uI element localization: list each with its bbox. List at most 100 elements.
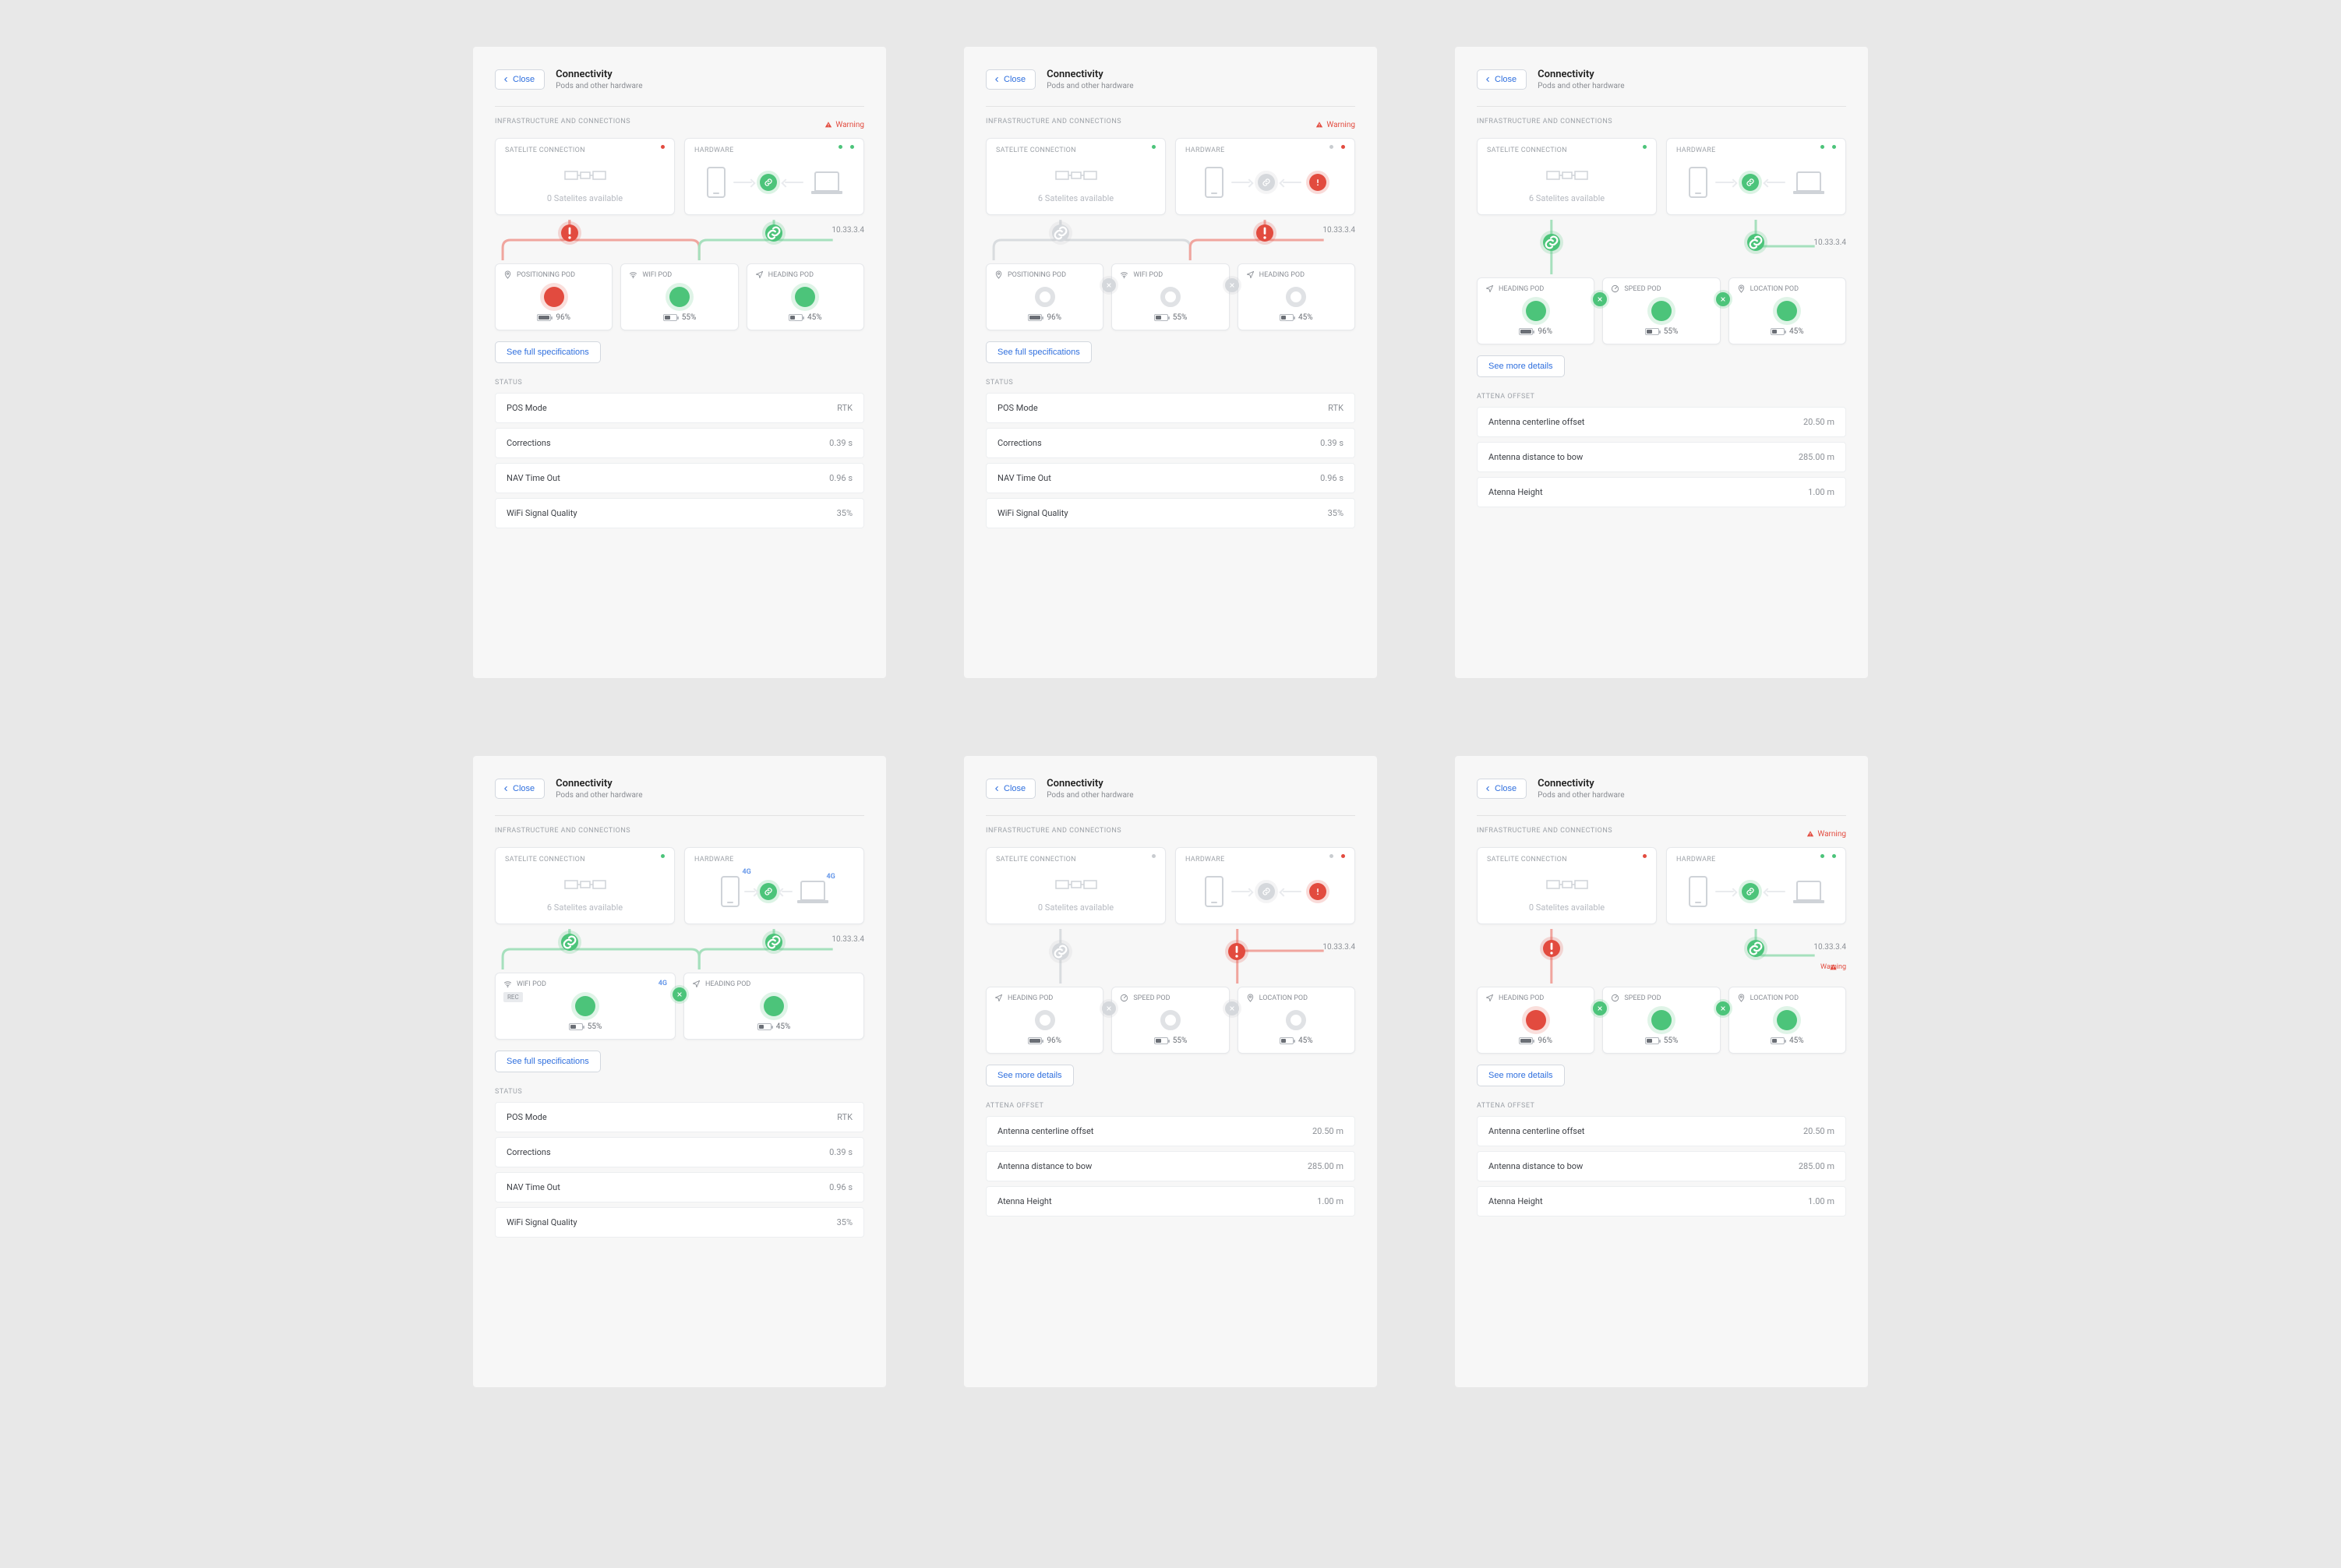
phone-icon bbox=[707, 167, 726, 198]
antenna-row: Antenna centerline offset20.50 m bbox=[1477, 1116, 1846, 1146]
close-button[interactable]: Close bbox=[986, 69, 1036, 90]
pod-status-empty bbox=[1160, 1010, 1181, 1030]
bridge-node-ok bbox=[765, 224, 782, 242]
hardware-card: HARDWARE bbox=[1175, 138, 1355, 215]
status-dot-green bbox=[1152, 145, 1156, 149]
antenna-row: Antenna distance to bow285.00 m bbox=[1477, 1151, 1846, 1181]
see-details-button[interactable]: See more details bbox=[1477, 355, 1565, 377]
see-specs-button[interactable]: See full specifications bbox=[495, 341, 601, 363]
pod-status-empty bbox=[1286, 287, 1306, 307]
pod-connector bbox=[1716, 1001, 1730, 1015]
wifi-icon bbox=[629, 270, 637, 279]
warning-icon bbox=[824, 121, 832, 129]
phone-icon bbox=[721, 876, 740, 907]
connection-bridge: 10.33.3.4 bbox=[495, 220, 864, 260]
status-label: STATUS bbox=[495, 379, 864, 387]
page-title: Connectivity bbox=[1538, 69, 1624, 80]
status-row: Corrections0.39 s bbox=[495, 1137, 864, 1167]
close-button[interactable]: Close bbox=[1477, 69, 1527, 90]
link-node bbox=[760, 174, 777, 191]
antenna-row: Antenna distance to bow285.00 m bbox=[986, 1151, 1355, 1181]
location-pod: LOCATION POD 45% bbox=[1238, 987, 1355, 1054]
bridge-node-error bbox=[561, 224, 578, 242]
status-dot-green bbox=[1832, 145, 1836, 149]
hardware-card: HARDWARE 4G 4G bbox=[684, 847, 864, 924]
pod-status-green bbox=[795, 287, 815, 307]
page-title: Connectivity bbox=[1538, 778, 1624, 789]
pod-status-empty bbox=[1160, 287, 1181, 307]
warning-icon bbox=[1806, 830, 1814, 838]
satellite-card: SATELITE CONNECTION 6 Satelites availabl… bbox=[986, 138, 1166, 215]
battery-icon bbox=[1645, 328, 1659, 335]
pod-status-empty bbox=[1035, 287, 1055, 307]
chevron-left-icon bbox=[502, 76, 510, 83]
battery-icon bbox=[757, 1023, 772, 1030]
satellite-icon bbox=[1053, 873, 1100, 896]
close-button[interactable]: Close bbox=[495, 779, 545, 799]
status-dot-green bbox=[850, 145, 854, 149]
pin-icon bbox=[1246, 994, 1255, 1002]
warning-icon bbox=[1820, 963, 1846, 971]
satellite-icon bbox=[562, 873, 609, 896]
heading-pod: HEADING POD 45% bbox=[1238, 263, 1355, 330]
connection-bridge: 10.33.3.4 Warning bbox=[1477, 929, 1846, 984]
satellite-card: SATELITE CONNECTION 0 Satelites availabl… bbox=[1477, 847, 1657, 924]
pod-connector bbox=[1225, 1001, 1239, 1015]
wifi-pod: WIFI POD 4G REC 55% bbox=[495, 973, 676, 1040]
laptop-icon bbox=[1793, 881, 1824, 903]
page-title: Connectivity bbox=[1047, 778, 1133, 789]
status-row: NAV Time Out0.96 s bbox=[495, 1172, 864, 1202]
page-subtitle: Pods and other hardware bbox=[1047, 82, 1133, 90]
battery-icon bbox=[1154, 314, 1168, 321]
heading-pod: HEADING POD 96% bbox=[1477, 277, 1594, 344]
connectivity-panel: Close Connectivity Pods and other hardwa… bbox=[1455, 756, 1868, 1387]
page-title: Connectivity bbox=[556, 69, 642, 80]
heading-pod: HEADING POD 96% bbox=[986, 987, 1103, 1054]
link-node bbox=[1258, 174, 1275, 191]
chevron-left-icon bbox=[502, 785, 510, 793]
location-pod: LOCATION POD 45% bbox=[1728, 277, 1846, 344]
bridge-node-grey bbox=[1052, 224, 1069, 242]
see-specs-button[interactable]: See full specifications bbox=[495, 1051, 601, 1072]
connection-bridge: 10.33.3.4 bbox=[986, 220, 1355, 260]
satellite-count: 0 Satelites available bbox=[1529, 902, 1605, 913]
close-button[interactable]: Close bbox=[495, 69, 545, 90]
speed-icon bbox=[1611, 994, 1619, 1002]
bridge-node-ok bbox=[765, 934, 782, 951]
battery-icon bbox=[1028, 1037, 1042, 1044]
rec-badge: REC bbox=[503, 992, 523, 1002]
chevron-left-icon bbox=[993, 785, 1001, 793]
connectivity-panel: Close Connectivity Pods and other hardwa… bbox=[964, 47, 1377, 678]
page-subtitle: Pods and other hardware bbox=[1047, 791, 1133, 800]
nav-icon bbox=[1485, 994, 1494, 1002]
pod-status-green bbox=[764, 996, 784, 1016]
hardware-card: HARDWARE bbox=[1666, 138, 1846, 215]
close-button[interactable]: Close bbox=[986, 779, 1036, 799]
laptop-icon bbox=[1793, 171, 1824, 194]
satellite-card: SATELITE CONNECTION 0 Satelites availabl… bbox=[495, 138, 675, 215]
speed-pod: SPEED POD 55% bbox=[1111, 987, 1229, 1054]
see-details-button[interactable]: See more details bbox=[986, 1065, 1074, 1086]
pod-connector bbox=[1593, 292, 1607, 306]
chevron-left-icon bbox=[1484, 785, 1492, 793]
heading-pod: HEADING POD 45% bbox=[747, 263, 864, 330]
battery-icon bbox=[1028, 314, 1042, 321]
close-button[interactable]: Close bbox=[1477, 779, 1527, 799]
see-specs-button[interactable]: See full specifications bbox=[986, 341, 1092, 363]
link-node bbox=[1742, 883, 1759, 900]
connectivity-panel: Close Connectivity Pods and other hardwa… bbox=[473, 756, 886, 1387]
status-dot-green bbox=[1820, 854, 1824, 858]
status-dot-green bbox=[661, 854, 665, 858]
pod-status-red bbox=[544, 287, 564, 307]
pod-status-green bbox=[1651, 1010, 1672, 1030]
pin-icon bbox=[1737, 994, 1746, 1002]
antenna-row: Atenna Height1.00 m bbox=[1477, 1186, 1846, 1217]
status-dot-red bbox=[1341, 145, 1345, 149]
status-row: Corrections0.39 s bbox=[986, 428, 1355, 458]
infra-label: INFRASTRUCTURE AND CONNECTIONS bbox=[495, 118, 630, 125]
satellite-count: 6 Satelites available bbox=[547, 902, 623, 913]
see-details-button[interactable]: See more details bbox=[1477, 1065, 1565, 1086]
4g-badge: 4G bbox=[827, 873, 835, 881]
warning-badge: Warning bbox=[824, 121, 864, 129]
connectivity-panel: Close Connectivity Pods and other hardwa… bbox=[1455, 47, 1868, 678]
